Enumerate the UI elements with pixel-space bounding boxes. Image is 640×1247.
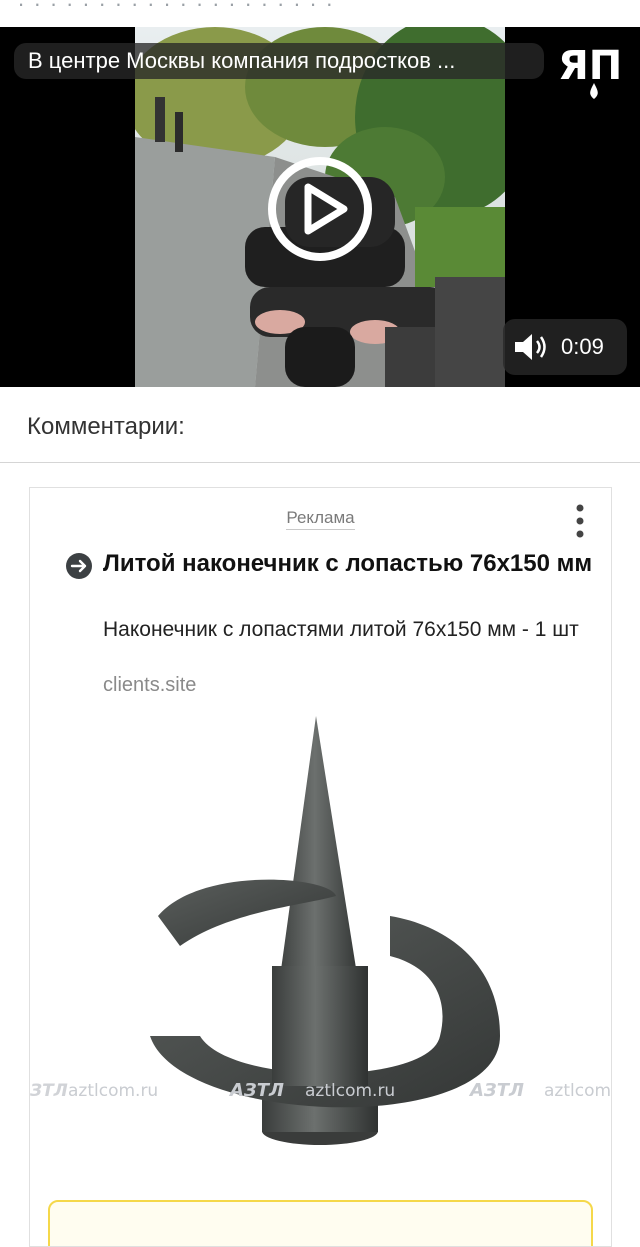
svg-text:ЯП: ЯП — [558, 43, 622, 89]
play-circle-icon — [268, 157, 372, 261]
ad-product-image[interactable]: ЗТЛ aztlcom.ru АЗТЛ aztlcom.ru АЗТЛ aztl… — [30, 716, 612, 1186]
ad-title[interactable]: Литой наконечник с лопастью 76х150 мм — [103, 548, 593, 580]
watermark-logo-2: АЗТЛ — [468, 1080, 524, 1101]
svg-text:ЗТЛ: ЗТЛ — [30, 1081, 68, 1101]
ad-menu-button[interactable] — [568, 502, 592, 540]
cropped-text-line: . . . . . . . . . . . . . . . . . . . . — [18, 0, 334, 12]
ad-cta-button[interactable] — [48, 1200, 593, 1246]
ad-label-text: Реклама — [286, 508, 355, 530]
ad-label: Реклама — [30, 508, 611, 530]
comments-title: Комментарии: — [27, 413, 185, 440]
comments-header: Комментарии: — [0, 387, 640, 463]
video-title[interactable]: В центре Москвы компания подростков ... — [14, 43, 544, 79]
watermark-1: aztlcom.ru — [68, 1081, 158, 1101]
arrow-right-icon — [66, 553, 92, 579]
play-button[interactable] — [266, 155, 374, 263]
ad-card[interactable]: Реклама Литой наконечник с лопастью 76х1… — [29, 487, 612, 1247]
video-player[interactable]: В центре Москвы компания подростков ... … — [0, 27, 640, 387]
watermark-2: aztlcom.ru — [305, 1081, 395, 1101]
watermark-3: aztlcom.ru — [544, 1081, 612, 1101]
video-duration: 0:09 — [561, 334, 604, 359]
screw-pile-tip-image: ЗТЛ aztlcom.ru АЗТЛ aztlcom.ru АЗТЛ aztl… — [30, 716, 612, 1145]
yap-logo-icon: ЯП — [558, 43, 622, 99]
brand-logo: ЯП — [556, 39, 628, 101]
more-vertical-icon — [576, 504, 584, 538]
watermark-logo-1: АЗТЛ — [228, 1080, 284, 1101]
ad-domain[interactable]: clients.site — [103, 674, 196, 697]
speaker-icon[interactable] — [513, 332, 549, 362]
ad-description: Наконечник с лопастями литой 76х150 мм -… — [103, 618, 579, 641]
top-strip: . . . . . . . . . . . . . . . . . . . . — [0, 0, 640, 27]
duration-pill[interactable]: 0:09 — [503, 319, 627, 375]
